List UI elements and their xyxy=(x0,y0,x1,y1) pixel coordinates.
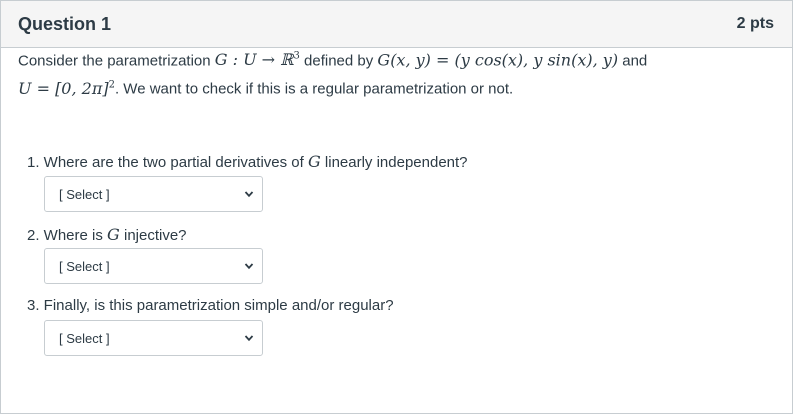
sub-question-2-math: G xyxy=(107,225,120,244)
intro-math-domain: U = [0, 2π]2 xyxy=(18,79,115,98)
question-intro: Consider the parametrization G : U → ℝ3 … xyxy=(18,45,758,102)
sub-question-1-pre: 1. Where are the two partial derivatives… xyxy=(27,154,308,171)
intro-math-definition: G(x, y) = (y cos(x), y sin(x), y) xyxy=(377,50,619,70)
select-dropdown-3-value: [ Select ] xyxy=(59,330,110,346)
question-card: Question 1 2 pts Consider the parametriz… xyxy=(0,0,793,414)
chevron-down-icon xyxy=(244,263,254,270)
select-dropdown-1-value: [ Select ] xyxy=(59,186,110,202)
sub-question-1-post: linearly independent? xyxy=(320,154,468,171)
intro-text-3: and xyxy=(618,52,648,70)
intro-math-map: G : U → ℝ3 xyxy=(215,50,300,69)
chevron-down-icon xyxy=(244,335,254,342)
question-points: 2 pts xyxy=(736,15,774,32)
chevron-down-icon xyxy=(244,191,254,198)
select-dropdown-2[interactable]: [ Select ] xyxy=(44,248,263,284)
sub-question-1: 1. Where are the two partial derivatives… xyxy=(27,152,468,171)
intro-text-1: Consider the parametrization xyxy=(18,52,215,70)
intro-text-2: defined by xyxy=(299,52,378,70)
intro-math-domain-text: U = [0, 2π] xyxy=(18,78,109,98)
select-dropdown-1[interactable]: [ Select ] xyxy=(44,176,263,212)
intro-text-4: . We want to check if this is a regular … xyxy=(114,80,514,98)
sub-question-1-math: G xyxy=(307,152,321,171)
sub-question-2-post: injective? xyxy=(119,227,187,244)
select-dropdown-3[interactable]: [ Select ] xyxy=(44,320,263,356)
sub-question-3-pre: 3. Finally, is this parametrization simp… xyxy=(27,297,394,314)
question-header: Question 1 2 pts xyxy=(1,1,792,48)
question-title: Question 1 xyxy=(18,13,112,34)
sub-question-2: 2. Where is G injective? xyxy=(27,225,187,244)
intro-math-map-text: G : U → ℝ xyxy=(214,50,294,70)
sub-question-3: 3. Finally, is this parametrization simp… xyxy=(27,297,394,314)
sub-question-2-pre: 2. Where is xyxy=(27,227,108,244)
select-dropdown-2-value: [ Select ] xyxy=(59,258,110,274)
